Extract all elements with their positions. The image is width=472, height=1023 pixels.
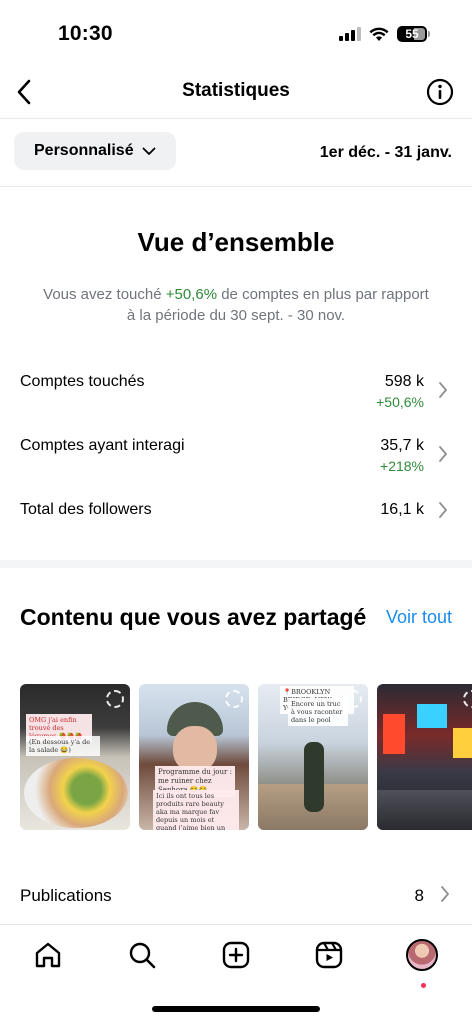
page-title: Statistiques (182, 80, 290, 101)
notification-dot (421, 983, 426, 988)
create-icon (222, 941, 250, 969)
chevron-right-icon (438, 443, 450, 465)
battery-icon: 55 (397, 26, 427, 42)
wifi-icon (369, 27, 389, 41)
chevron-right-icon (438, 379, 450, 401)
person-shape (304, 742, 324, 812)
publications-row[interactable]: Publications 8 (0, 876, 472, 916)
thumbnail-subcaption: Ici ils ont tous les produits rare beaut… (153, 790, 239, 830)
carousel-icon (225, 690, 243, 708)
header: Statistiques (0, 70, 472, 114)
neon-sign (453, 728, 472, 758)
date-range-text: 1er déc. - 31 janv. (319, 144, 452, 161)
filter-divider (0, 186, 472, 187)
overview-description-percent: +50,6% (165, 286, 218, 303)
chevron-down-icon (142, 147, 156, 155)
carousel-icon (106, 690, 124, 708)
filter-row: Personnalisé 1er déc. - 31 janv. (0, 120, 472, 186)
search-icon (129, 942, 156, 969)
home-icon (35, 942, 61, 968)
tab-create[interactable] (216, 935, 256, 975)
tab-bar (0, 924, 472, 988)
status-bar: 10:30 55 (0, 0, 472, 62)
stat-label: Comptes ayant interagi (20, 437, 185, 454)
street-shape (377, 790, 472, 830)
publications-label: Publications (20, 886, 112, 905)
overview-description-text: Vous avez touché (43, 286, 166, 303)
section-separator (0, 560, 472, 568)
avatar (406, 939, 438, 971)
stat-value: 598 k (384, 373, 424, 390)
cellular-signal-icon (339, 27, 361, 41)
content-thumbnail[interactable]: OMG j'ai enfin trouvé des légumes 🍓🍓🍓 (E… (20, 684, 130, 830)
date-range-dropdown-label: Personnalisé (34, 142, 134, 159)
stat-row-accounts-reached[interactable]: Comptes touchés 598 k +50,6% (0, 371, 472, 421)
content-thumbnails: OMG j'ai enfin trouvé des légumes 🍓🍓🍓 (E… (20, 684, 472, 830)
tab-home[interactable] (28, 935, 68, 975)
stat-value: 35,7 k (380, 437, 424, 454)
stat-value: 16,1 k (380, 501, 424, 518)
info-button[interactable] (424, 76, 456, 108)
content-thumbnail[interactable]: Programme du jour : me ruiner chez Sepho… (139, 684, 249, 830)
food-photo (24, 758, 128, 828)
content-thumbnail[interactable] (377, 684, 472, 830)
publications-count: 8 (414, 886, 424, 905)
neon-sign (417, 704, 447, 728)
carousel-icon (463, 690, 472, 708)
carousel-icon (344, 690, 362, 708)
status-icons: 55 (339, 26, 430, 42)
tab-search[interactable] (122, 935, 162, 975)
status-time: 10:30 (58, 22, 113, 45)
content-section-title: Contenu que vous avez partagé (20, 604, 367, 630)
neon-sign (383, 714, 405, 754)
stat-change: +50,6% (376, 394, 424, 410)
see-all-link[interactable]: Voir tout (386, 607, 452, 628)
battery-level: 55 (405, 27, 419, 41)
content-thumbnail[interactable]: 📍BROOKLYN BRIDGE, NEW YORK Encore un tru… (258, 684, 368, 830)
stat-label: Total des followers (20, 501, 152, 518)
overview-description: Vous avez touché +50,6% de comptes en pl… (40, 284, 432, 326)
header-divider (0, 118, 472, 119)
battery-indicator: 55 (397, 26, 430, 42)
overview-title: Vue d’ensemble (137, 227, 335, 257)
info-icon (426, 78, 454, 106)
chevron-right-icon (440, 885, 450, 908)
stat-row-accounts-engaged[interactable]: Comptes ayant interagi 35,7 k +218% (0, 435, 472, 485)
stat-change: +218% (380, 458, 424, 474)
chevron-right-icon (438, 499, 450, 521)
tab-profile[interactable] (402, 935, 442, 988)
reels-icon (315, 941, 343, 969)
home-indicator (152, 1006, 320, 1012)
stat-row-total-followers[interactable]: Total des followers 16,1 k (0, 499, 472, 549)
thumbnail-subcaption: (En dessous y'a de la salade 😂) (26, 736, 100, 756)
stat-label: Comptes touchés (20, 373, 145, 390)
tab-reels[interactable] (309, 935, 349, 975)
date-range-dropdown[interactable]: Personnalisé (14, 132, 176, 170)
thumbnail-subcaption: Encore un truc à vous raconter dans le p… (288, 698, 348, 726)
